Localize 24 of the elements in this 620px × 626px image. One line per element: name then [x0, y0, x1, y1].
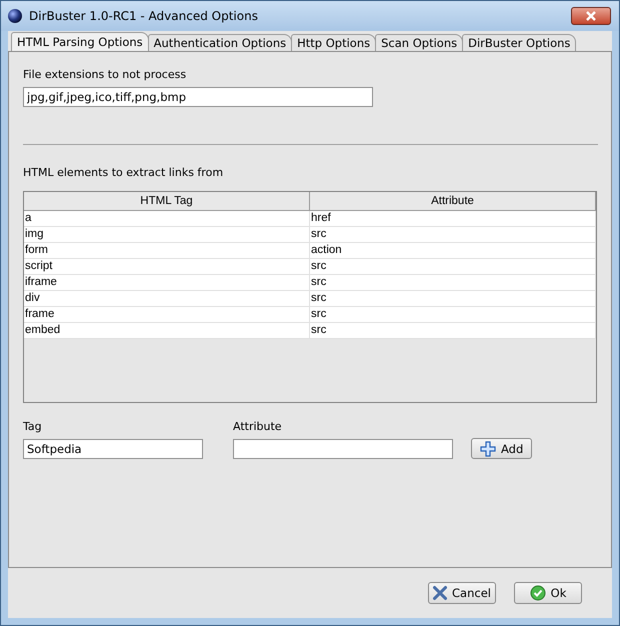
close-button[interactable]	[571, 7, 611, 25]
table-cell: embed	[24, 323, 310, 339]
tab[interactable]: DirBuster Options	[462, 34, 576, 51]
tab[interactable]: HTML Parsing Options	[11, 32, 149, 51]
ok-button[interactable]: Ok	[514, 582, 582, 604]
plus-icon	[480, 440, 496, 456]
add-button[interactable]: Add	[471, 438, 532, 459]
tab[interactable]: Scan Options	[375, 34, 464, 51]
table-cell: src	[310, 323, 596, 339]
input-field[interactable]: Softpedia	[23, 439, 203, 459]
check-icon	[530, 585, 546, 601]
globe-icon	[7, 8, 23, 24]
window-title: DirBuster 1.0-RC1 - Advanced Options	[29, 9, 259, 23]
close-icon	[585, 11, 597, 21]
input-field[interactable]	[233, 439, 453, 459]
field-label: File extensions to not process	[23, 68, 188, 81]
field-label: Tag	[23, 420, 43, 433]
tab[interactable]: Http Options	[291, 34, 376, 51]
cross-icon	[433, 584, 448, 602]
tab[interactable]: Authentication Options	[148, 34, 292, 51]
input-field[interactable]: jpg,gif,jpeg,ico,tiff,png,bmp	[23, 87, 373, 107]
cancel-button[interactable]: Cancel	[428, 582, 496, 604]
section-label: HTML elements to extract links from	[23, 166, 224, 179]
field-label: Attribute	[233, 420, 283, 433]
